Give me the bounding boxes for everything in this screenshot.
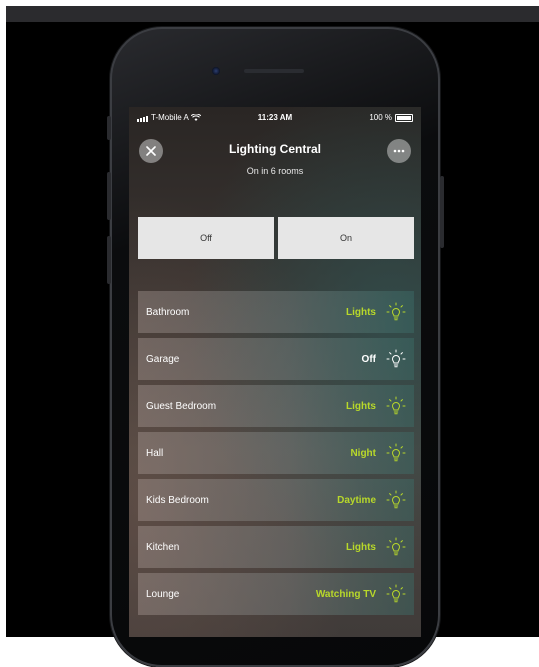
top-band xyxy=(6,6,539,22)
bulb-icon[interactable] xyxy=(386,396,406,416)
room-row[interactable]: Hall Night xyxy=(138,432,414,474)
room-name: Hall xyxy=(146,447,164,459)
front-camera xyxy=(212,67,220,75)
status-bar: T-Mobile A 11:23 AM 100 % xyxy=(129,113,421,127)
off-button[interactable]: Off xyxy=(138,217,274,259)
room-name: Garage xyxy=(146,353,180,365)
bulb-icon[interactable] xyxy=(386,537,406,557)
room-list: Bathroom Lights Garage Off Guest Bedroom Ligh… xyxy=(138,291,414,620)
on-button-label: On xyxy=(339,233,352,243)
room-name: Bathroom xyxy=(146,306,190,318)
room-state[interactable]: Lights xyxy=(346,542,376,553)
battery-percent: 100 % xyxy=(369,113,392,122)
room-name: Kitchen xyxy=(146,541,180,553)
power-button xyxy=(440,176,444,248)
bulb-icon[interactable] xyxy=(386,443,406,463)
volume-down-button xyxy=(107,236,111,284)
on-button[interactable]: On xyxy=(278,217,414,259)
room-state[interactable]: Daytime xyxy=(337,495,376,506)
mute-switch xyxy=(107,116,111,140)
room-name: Guest Bedroom xyxy=(146,400,217,412)
battery: 100 % xyxy=(369,113,413,122)
page-subtitle: On in 6 rooms xyxy=(246,166,304,176)
bulb-icon[interactable] xyxy=(386,584,406,604)
earpiece-speaker xyxy=(244,69,304,73)
more-button[interactable] xyxy=(387,139,411,163)
battery-icon xyxy=(395,113,413,122)
more-icon xyxy=(393,149,405,153)
room-state[interactable]: Lights xyxy=(346,307,376,318)
app-screen: T-Mobile A 11:23 AM 100 % Lighting Centr… xyxy=(129,107,421,637)
volume-up-button xyxy=(107,172,111,220)
bulb-icon[interactable] xyxy=(386,349,406,369)
bulb-icon[interactable] xyxy=(386,490,406,510)
room-state[interactable]: Night xyxy=(350,448,376,459)
room-row[interactable]: Garage Off xyxy=(138,338,414,380)
room-state[interactable]: Lights xyxy=(346,401,376,412)
room-row[interactable]: Kitchen Lights xyxy=(138,526,414,568)
room-row[interactable]: Lounge Watching TV xyxy=(138,573,414,615)
room-state[interactable]: Watching TV xyxy=(316,589,376,600)
room-state[interactable]: Off xyxy=(362,354,376,365)
bulb-icon[interactable] xyxy=(386,302,406,322)
room-name: Kids Bedroom xyxy=(146,494,209,506)
off-button-label: Off xyxy=(200,233,212,243)
page-title: Lighting Central xyxy=(229,142,321,156)
room-row[interactable]: Kids Bedroom Daytime xyxy=(138,479,414,521)
room-row[interactable]: Bathroom Lights xyxy=(138,291,414,333)
room-name: Lounge xyxy=(146,588,180,600)
room-row[interactable]: Guest Bedroom Lights xyxy=(138,385,414,427)
